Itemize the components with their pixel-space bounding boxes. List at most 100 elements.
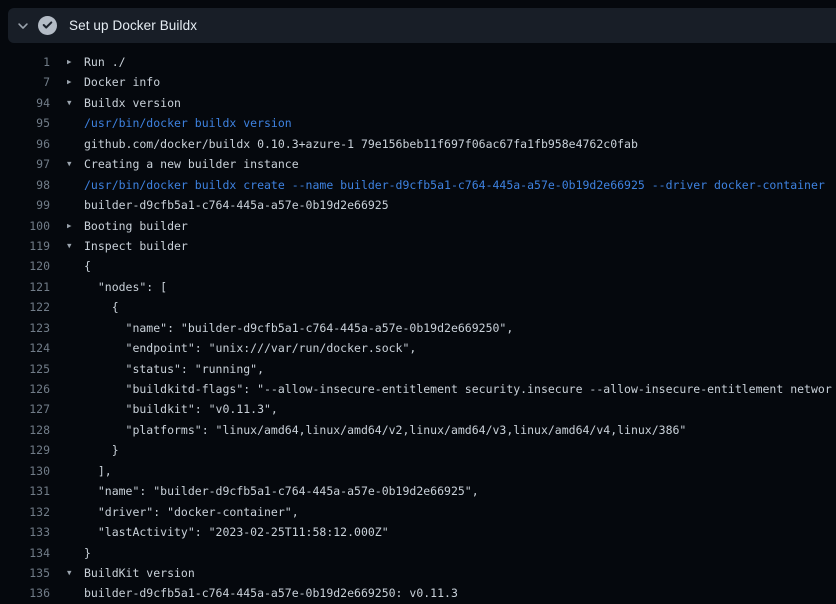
triangle-right-icon[interactable]: ▶ (67, 52, 83, 72)
arrow-spacer (67, 256, 83, 276)
log-output-text: "lastActivity": "2023-02-25T11:58:12.000… (84, 522, 389, 542)
arrow-spacer (67, 195, 83, 215)
log-line: 129 } (0, 440, 836, 460)
line-number[interactable]: 131 (0, 481, 50, 501)
log-line: 123 "name": "builder-d9cfb5a1-c764-445a-… (0, 318, 836, 338)
log-output-text: } (84, 440, 119, 460)
log-line: 127 "buildkit": "v0.11.3", (0, 399, 836, 419)
line-number[interactable]: 122 (0, 297, 50, 317)
log-output-text: { (84, 256, 91, 276)
log-line: 136 builder-d9cfb5a1-c764-445a-a57e-0b19d… (0, 583, 836, 603)
log-group-label: Booting builder (84, 216, 188, 236)
line-number[interactable]: 129 (0, 440, 50, 460)
log-output-text: "platforms": "linux/amd64,linux/amd64/v2… (84, 420, 686, 440)
line-number[interactable]: 134 (0, 543, 50, 563)
log-line: 99 builder-d9cfb5a1-c764-445a-a57e-0b19d2… (0, 195, 836, 215)
line-number[interactable]: 98 (0, 175, 50, 195)
log-output-text: "endpoint": "unix:///var/run/docker.sock… (84, 338, 416, 358)
line-number[interactable]: 135 (0, 563, 50, 583)
step-title: Set up Docker Buildx (69, 18, 197, 33)
arrow-spacer (67, 583, 83, 603)
log-line: 134} (0, 543, 836, 563)
line-number[interactable]: 119 (0, 236, 50, 256)
triangle-down-icon[interactable]: ▼ (67, 236, 83, 256)
line-number[interactable]: 120 (0, 256, 50, 276)
line-number[interactable]: 133 (0, 522, 50, 542)
chevron-down-icon[interactable] (8, 19, 38, 33)
log-group-label: Run ./ (84, 52, 126, 72)
line-number[interactable]: 99 (0, 195, 50, 215)
log-group-line[interactable]: 100 ▶Booting builder (0, 216, 836, 236)
log-line: 132 "driver": "docker-container", (0, 502, 836, 522)
log-line: 128 "platforms": "linux/amd64,linux/amd6… (0, 420, 836, 440)
log-group-line[interactable]: 97 ▼Creating a new builder instance (0, 154, 836, 174)
log-output-text: "buildkit": "v0.11.3", (84, 399, 278, 419)
log-line: 98/usr/bin/docker buildx create --name b… (0, 175, 836, 195)
arrow-spacer (67, 379, 83, 399)
check-circle-icon (38, 16, 57, 35)
log-output-text: builder-d9cfb5a1-c764-445a-a57e-0b19d2e6… (84, 583, 458, 603)
line-number[interactable]: 1 (0, 52, 50, 72)
line-number[interactable]: 132 (0, 502, 50, 522)
log-line: 124 "endpoint": "unix:///var/run/docker.… (0, 338, 836, 358)
line-number[interactable]: 94 (0, 93, 50, 113)
log-group-line[interactable]: 94 ▼Buildx version (0, 93, 836, 113)
log-group-line[interactable]: 135 ▼BuildKit version (0, 563, 836, 583)
log-group-line[interactable]: 7 ▶Docker info (0, 72, 836, 92)
log-output-text: "name": "builder-d9cfb5a1-c764-445a-a57e… (84, 318, 513, 338)
log-line: 126 "buildkitd-flags": "--allow-insecure… (0, 379, 836, 399)
arrow-spacer (67, 359, 83, 379)
arrow-spacer (67, 134, 83, 154)
arrow-spacer (67, 440, 83, 460)
step-header[interactable]: Set up Docker Buildx (8, 8, 836, 43)
log-area[interactable]: 1▶Run ./7▶Docker info94▼Buildx version95… (0, 43, 836, 604)
arrow-spacer (67, 113, 83, 133)
log-group-label: BuildKit version (84, 563, 195, 583)
line-number[interactable]: 127 (0, 399, 50, 419)
log-output-text: { (84, 297, 119, 317)
line-number[interactable]: 126 (0, 379, 50, 399)
log-output-text: "buildkitd-flags": "--allow-insecure-ent… (84, 379, 832, 399)
arrow-spacer (67, 399, 83, 419)
line-number[interactable]: 124 (0, 338, 50, 358)
line-number[interactable]: 100 (0, 216, 50, 236)
triangle-down-icon[interactable]: ▼ (67, 563, 83, 583)
line-number[interactable]: 130 (0, 461, 50, 481)
log-group-label: Buildx version (84, 93, 181, 113)
log-line: 96 github.com/docker/buildx 0.10.3+azure-… (0, 134, 836, 154)
line-number[interactable]: 97 (0, 154, 50, 174)
log-output-text: builder-d9cfb5a1-c764-445a-a57e-0b19d2e6… (84, 195, 389, 215)
triangle-down-icon[interactable]: ▼ (67, 93, 83, 113)
log-group-label: Creating a new builder instance (84, 154, 299, 174)
arrow-spacer (67, 297, 83, 317)
log-output-text: github.com/docker/buildx 0.10.3+azure-1 … (84, 134, 638, 154)
triangle-down-icon[interactable]: ▼ (67, 154, 83, 174)
arrow-spacer (67, 543, 83, 563)
log-line: 95/usr/bin/docker buildx version (0, 113, 836, 133)
log-group-line[interactable]: 1 ▶Run ./ (0, 52, 836, 72)
line-number[interactable]: 121 (0, 277, 50, 297)
triangle-right-icon[interactable]: ▶ (67, 72, 83, 92)
line-number[interactable]: 125 (0, 359, 50, 379)
log-line: 121 "nodes": [ (0, 277, 836, 297)
log-command-text: /usr/bin/docker buildx create --name bui… (84, 175, 825, 195)
triangle-right-icon[interactable]: ▶ (67, 216, 83, 236)
arrow-spacer (67, 338, 83, 358)
log-group-label: Docker info (84, 72, 160, 92)
log-output-text: } (84, 543, 91, 563)
line-number[interactable]: 96 (0, 134, 50, 154)
line-number[interactable]: 123 (0, 318, 50, 338)
arrow-spacer (67, 318, 83, 338)
log-line: 120 { (0, 256, 836, 276)
line-number[interactable]: 128 (0, 420, 50, 440)
arrow-spacer (67, 461, 83, 481)
line-number[interactable]: 95 (0, 113, 50, 133)
arrow-spacer (67, 175, 83, 195)
line-number[interactable]: 136 (0, 583, 50, 603)
log-output-text: ], (84, 461, 112, 481)
log-group-line[interactable]: 119▼Inspect builder (0, 236, 836, 256)
log-command-text: /usr/bin/docker buildx version (84, 113, 292, 133)
line-number[interactable]: 7 (0, 72, 50, 92)
arrow-spacer (67, 277, 83, 297)
log-line: 131 "name": "builder-d9cfb5a1-c764-445a-… (0, 481, 836, 501)
